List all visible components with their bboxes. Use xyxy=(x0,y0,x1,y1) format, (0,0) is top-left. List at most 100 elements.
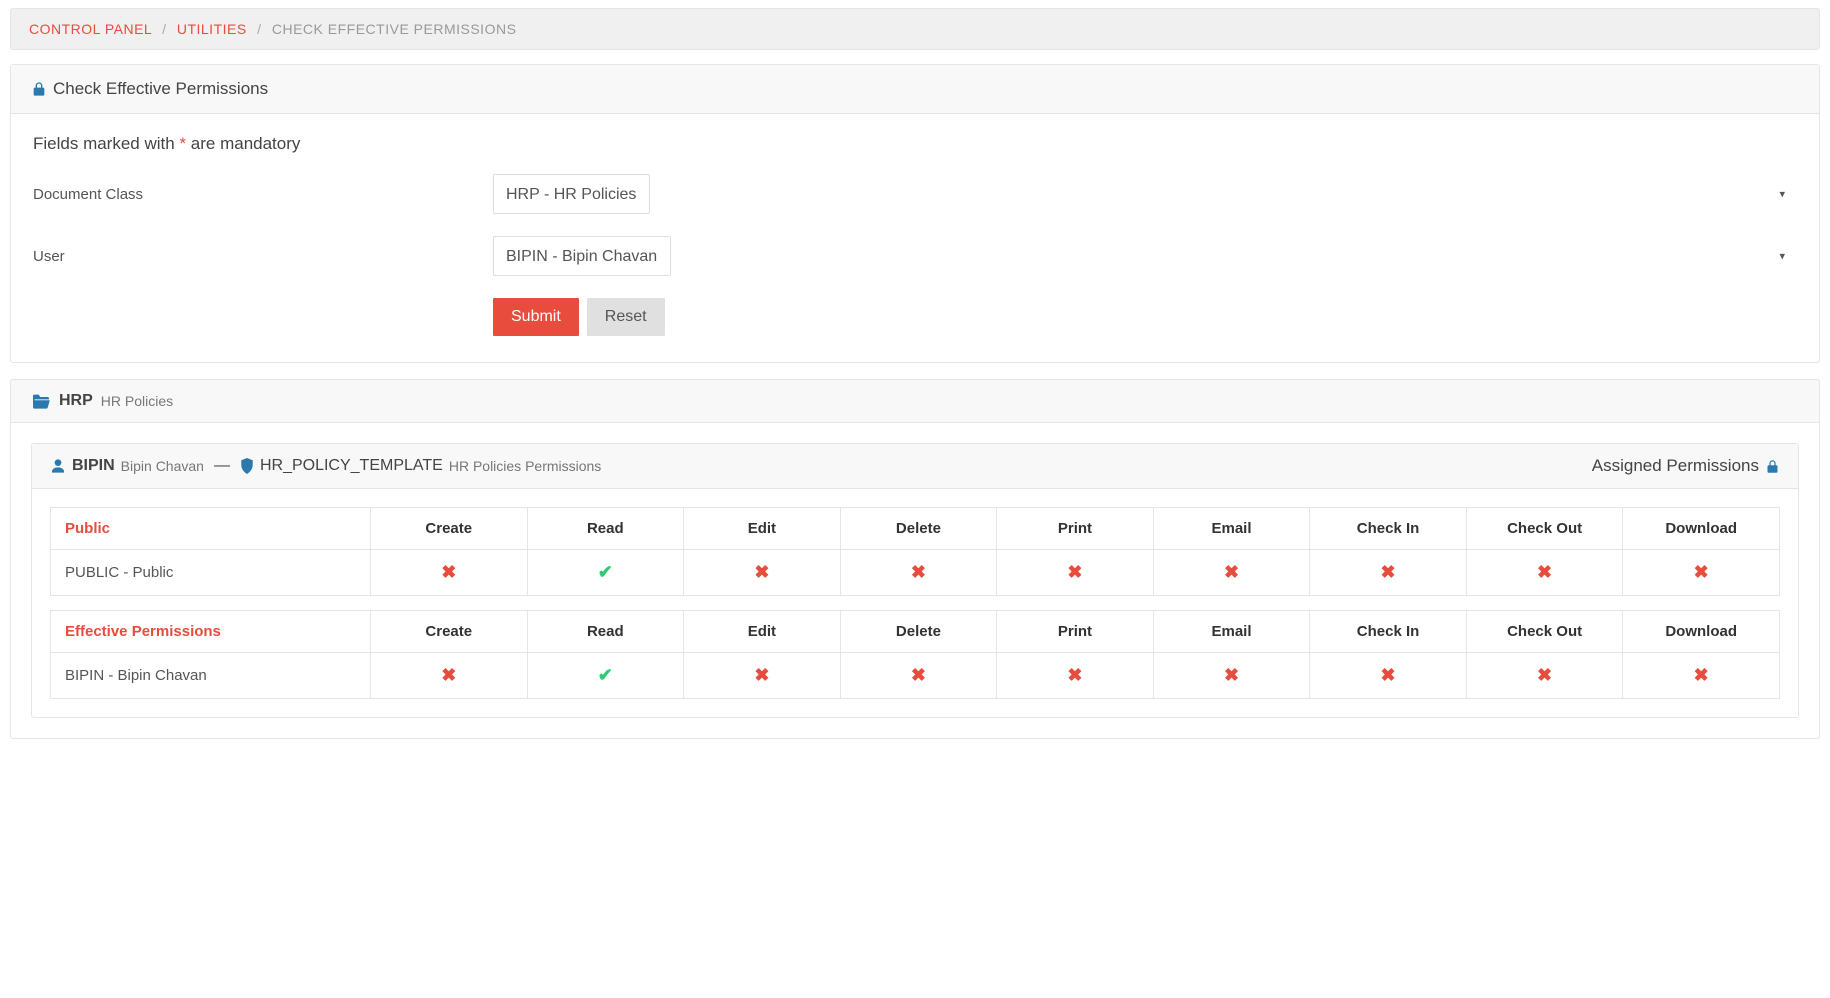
form-panel-body: Fields marked with * are mandatory Docum… xyxy=(11,114,1819,362)
cross-icon: ✖ xyxy=(1694,562,1709,582)
cross-icon: ✖ xyxy=(1224,562,1239,582)
template-desc: HR Policies Permissions xyxy=(449,458,601,474)
perm-denied: ✖ xyxy=(1623,550,1780,596)
perm-denied: ✖ xyxy=(684,653,841,699)
perm-denied: ✖ xyxy=(997,550,1154,596)
user-desc: Bipin Chavan xyxy=(121,458,204,474)
table-group-label: Public xyxy=(51,508,371,550)
class-code: HRP xyxy=(59,392,93,410)
mandatory-note-pre: Fields marked with xyxy=(33,134,179,153)
column-header: Edit xyxy=(684,508,841,550)
folder-open-icon xyxy=(31,393,51,409)
button-row: Submit Reset xyxy=(493,298,1797,336)
column-header: Email xyxy=(1153,508,1310,550)
cross-icon: ✖ xyxy=(911,562,926,582)
check-icon: ✔ xyxy=(598,665,613,685)
breadcrumb: CONTROL PANEL / UTILITIES / CHECK EFFECT… xyxy=(10,8,1820,50)
perm-denied: ✖ xyxy=(1466,550,1623,596)
perm-denied: ✖ xyxy=(1466,653,1623,699)
cross-icon: ✖ xyxy=(754,665,769,685)
column-header: Print xyxy=(997,508,1154,550)
results-section: HRP HR Policies BIPIN Bipin Chavan — HR_… xyxy=(10,379,1820,739)
cross-icon: ✖ xyxy=(1067,665,1082,685)
cross-icon: ✖ xyxy=(1537,562,1552,582)
column-header: Read xyxy=(527,508,684,550)
submit-button[interactable]: Submit xyxy=(493,298,579,336)
perm-denied: ✖ xyxy=(1153,550,1310,596)
column-header: Print xyxy=(997,611,1154,653)
column-header: Read xyxy=(527,611,684,653)
cross-icon: ✖ xyxy=(1224,665,1239,685)
perm-denied: ✖ xyxy=(1310,550,1467,596)
table-row: BIPIN - Bipin Chavan ✖ ✔ ✖ ✖ ✖ ✖ ✖ ✖ ✖ xyxy=(51,653,1780,699)
cross-icon: ✖ xyxy=(441,665,456,685)
perm-denied: ✖ xyxy=(1153,653,1310,699)
form-panel-header: Check Effective Permissions xyxy=(11,65,1819,114)
results-class-header: HRP HR Policies xyxy=(10,379,1820,423)
cross-icon: ✖ xyxy=(441,562,456,582)
template-code: HR_POLICY_TEMPLATE xyxy=(260,457,443,475)
cross-icon: ✖ xyxy=(754,562,769,582)
form-panel: Check Effective Permissions Fields marke… xyxy=(10,64,1820,363)
user-code: BIPIN xyxy=(72,457,115,475)
breadcrumb-link-control-panel[interactable]: CONTROL PANEL xyxy=(29,21,152,37)
permissions-table: Effective PermissionsCreateReadEditDelet… xyxy=(50,610,1780,699)
form-row-document-class: Document Class HRP - HR Policies xyxy=(33,174,1797,214)
perm-denied: ✖ xyxy=(1310,653,1467,699)
user-label: User xyxy=(33,248,493,265)
column-header: Email xyxy=(1153,611,1310,653)
reset-button[interactable]: Reset xyxy=(587,298,665,336)
class-desc: HR Policies xyxy=(101,393,173,409)
column-header: Delete xyxy=(840,508,997,550)
cross-icon: ✖ xyxy=(1067,562,1082,582)
breadcrumb-link-utilities[interactable]: UTILITIES xyxy=(177,21,247,37)
cross-icon: ✖ xyxy=(1694,665,1709,685)
perm-denied: ✖ xyxy=(840,653,997,699)
table-group-label: Effective Permissions xyxy=(51,611,371,653)
permissions-table: PublicCreateReadEditDeletePrintEmailChec… xyxy=(50,507,1780,596)
column-header: Download xyxy=(1623,508,1780,550)
permissions-tables: PublicCreateReadEditDeletePrintEmailChec… xyxy=(32,489,1798,717)
results-body: BIPIN Bipin Chavan — HR_POLICY_TEMPLATE … xyxy=(10,423,1820,739)
permissions-panel-header: BIPIN Bipin Chavan — HR_POLICY_TEMPLATE … xyxy=(32,444,1798,489)
dash-separator: — xyxy=(214,457,230,475)
document-class-label: Document Class xyxy=(33,186,493,203)
column-header: Delete xyxy=(840,611,997,653)
perm-denied: ✖ xyxy=(684,550,841,596)
lock-icon xyxy=(1765,459,1780,474)
perm-denied: ✖ xyxy=(1623,653,1780,699)
form-row-user: User BIPIN - Bipin Chavan xyxy=(33,236,1797,276)
perm-allowed: ✔ xyxy=(527,550,684,596)
user-select[interactable]: BIPIN - Bipin Chavan xyxy=(493,236,671,276)
document-class-select[interactable]: HRP - HR Policies xyxy=(493,174,650,214)
perm-denied: ✖ xyxy=(371,653,528,699)
perm-denied: ✖ xyxy=(997,653,1154,699)
column-header: Check In xyxy=(1310,611,1467,653)
permissions-panel: BIPIN Bipin Chavan — HR_POLICY_TEMPLATE … xyxy=(31,443,1799,718)
row-name: PUBLIC - Public xyxy=(51,550,371,596)
breadcrumb-current: CHECK EFFECTIVE PERMISSIONS xyxy=(272,21,517,37)
column-header: Check In xyxy=(1310,508,1467,550)
mandatory-note-post: are mandatory xyxy=(186,134,300,153)
column-header: Check Out xyxy=(1466,611,1623,653)
shield-icon xyxy=(240,458,254,474)
lock-icon xyxy=(31,81,47,97)
mandatory-note: Fields marked with * are mandatory xyxy=(33,134,1797,154)
breadcrumb-separator: / xyxy=(162,21,166,37)
cross-icon: ✖ xyxy=(1381,562,1396,582)
row-name: BIPIN - Bipin Chavan xyxy=(51,653,371,699)
cross-icon: ✖ xyxy=(1381,665,1396,685)
check-icon: ✔ xyxy=(598,562,613,582)
user-icon xyxy=(50,457,66,475)
perm-allowed: ✔ xyxy=(527,653,684,699)
column-header: Check Out xyxy=(1466,508,1623,550)
breadcrumb-separator: / xyxy=(257,21,261,37)
column-header: Edit xyxy=(684,611,841,653)
column-header: Create xyxy=(371,508,528,550)
perm-denied: ✖ xyxy=(840,550,997,596)
perm-denied: ✖ xyxy=(371,550,528,596)
assigned-permissions-label: Assigned Permissions xyxy=(1592,456,1759,476)
form-panel-title: Check Effective Permissions xyxy=(53,79,268,99)
cross-icon: ✖ xyxy=(1537,665,1552,685)
cross-icon: ✖ xyxy=(911,665,926,685)
